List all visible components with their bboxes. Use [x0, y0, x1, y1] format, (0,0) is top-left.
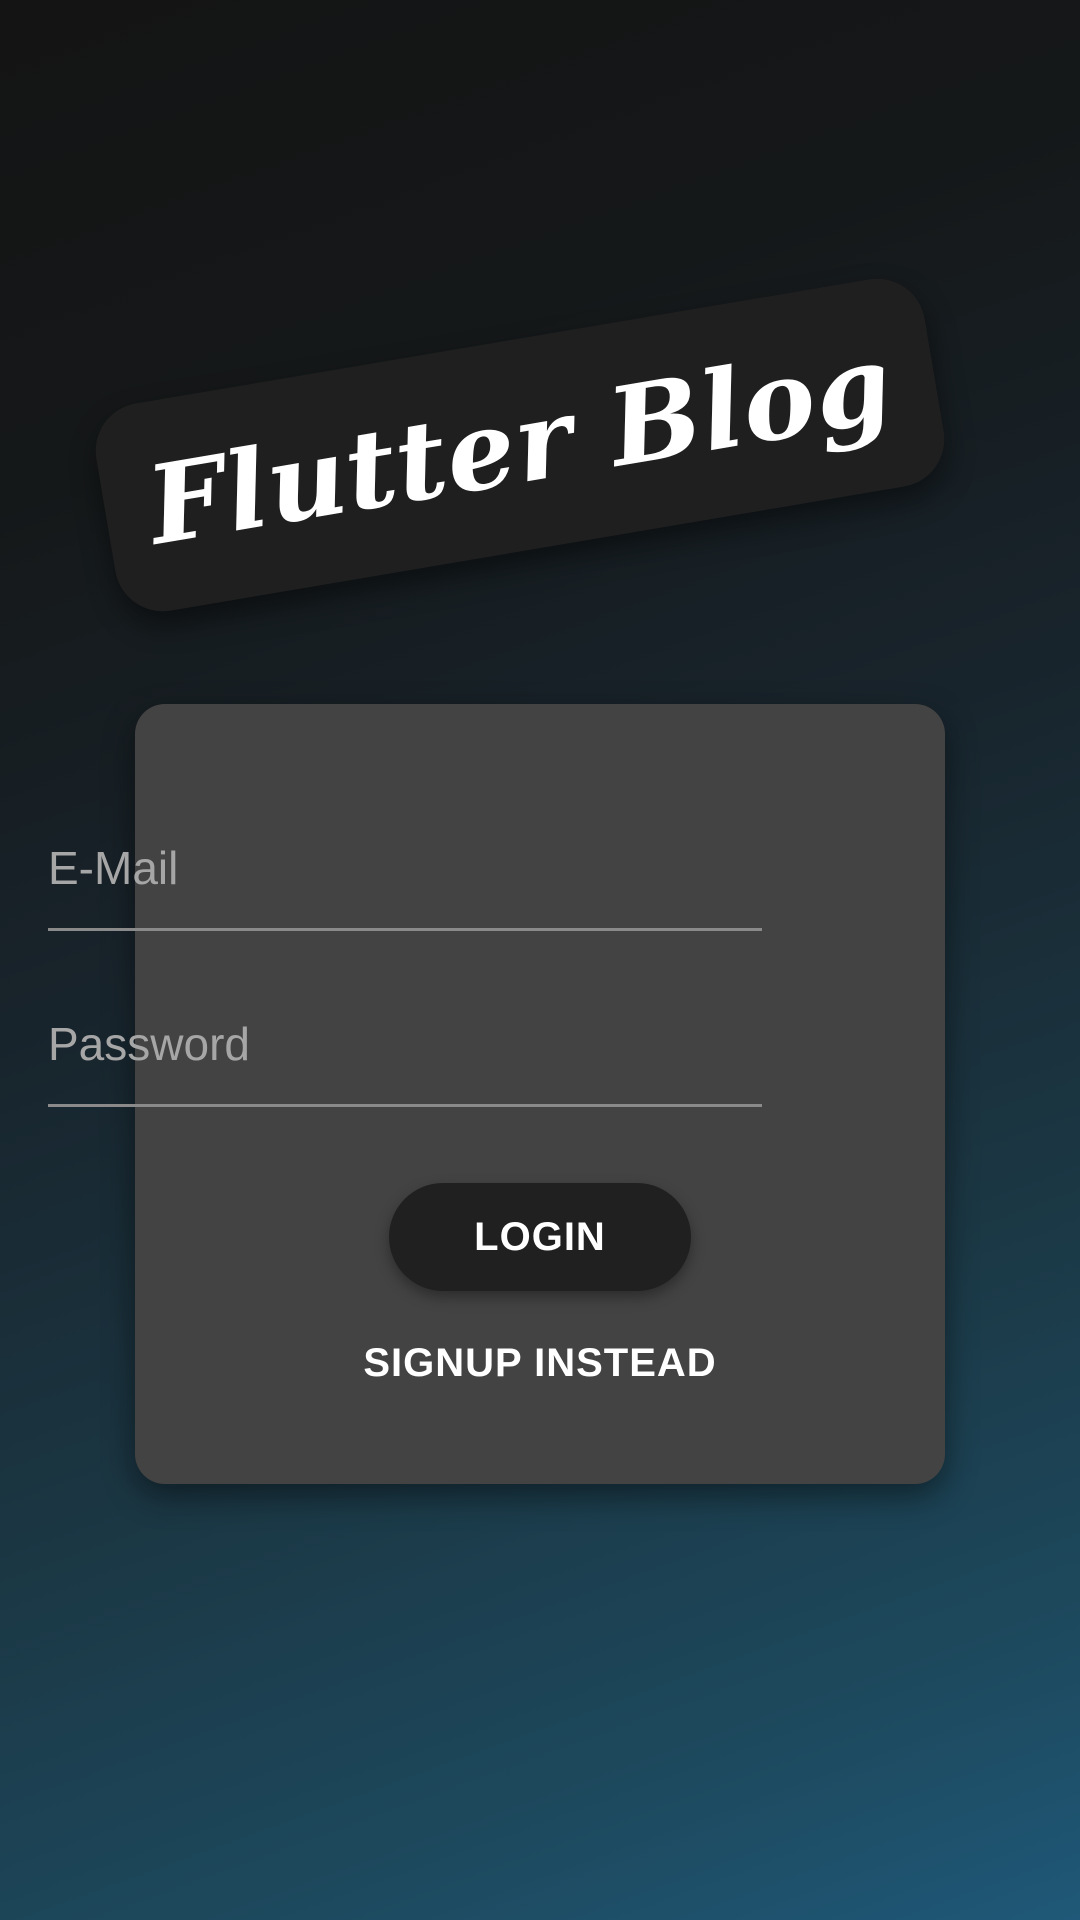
app-logo-banner: Flutter Blog	[88, 271, 952, 619]
login-button[interactable]: LOGIN	[389, 1183, 691, 1291]
signup-instead-button[interactable]: SIGNUP INSTEAD	[300, 1318, 780, 1408]
email-input[interactable]	[48, 808, 762, 928]
password-field	[48, 984, 762, 1107]
app-title: Flutter Blog	[139, 320, 901, 570]
password-input[interactable]	[48, 984, 762, 1104]
email-field	[48, 808, 762, 931]
